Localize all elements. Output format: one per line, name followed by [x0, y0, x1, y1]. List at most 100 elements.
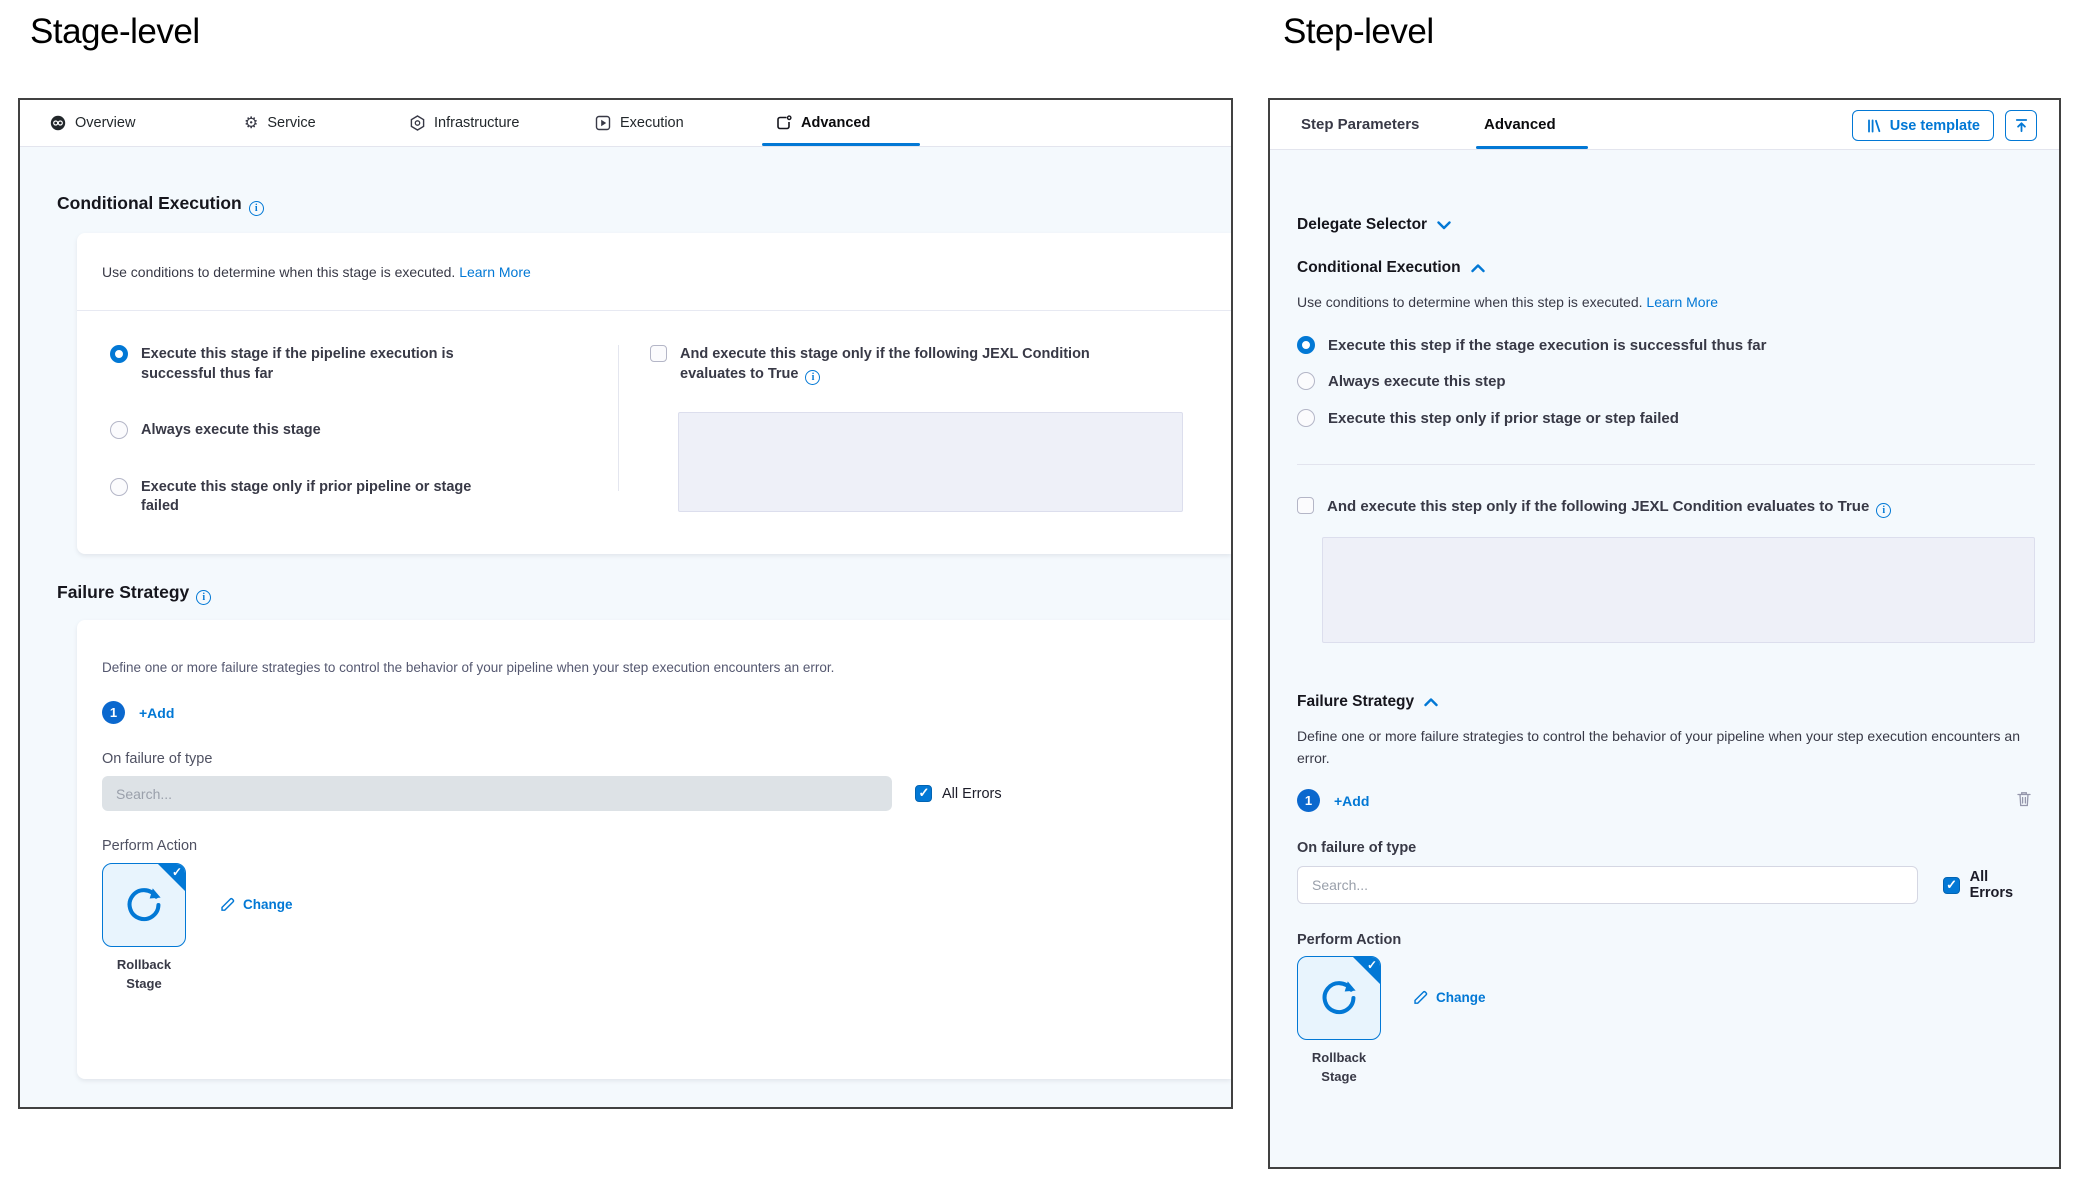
- jexl-condition-input[interactable]: [1322, 537, 2035, 643]
- all-errors-checkbox-row[interactable]: All Errors: [915, 785, 1002, 802]
- perform-action-row: ✓ Rollback Stage Change: [102, 863, 1203, 994]
- step-advanced-content: Delegate Selector Conditional Execution …: [1270, 216, 2059, 1087]
- checkbox-icon[interactable]: [1297, 497, 1314, 514]
- delegate-selector-toggle[interactable]: Delegate Selector: [1297, 216, 2035, 234]
- check-icon: ✓: [172, 865, 182, 879]
- tab-overview[interactable]: Overview: [50, 100, 135, 146]
- stage-level-title: Stage-level: [30, 12, 200, 52]
- checkbox-icon[interactable]: [650, 345, 667, 362]
- play-icon: [595, 115, 611, 131]
- upload-arrow-icon: [2013, 117, 2030, 134]
- conditional-execution-toggle[interactable]: Conditional Execution: [1297, 259, 2035, 277]
- radio-icon[interactable]: [1297, 372, 1315, 390]
- execution-condition-options: Execute this stage if the pipeline execu…: [110, 345, 618, 517]
- rollback-stage-tile[interactable]: ✓: [102, 863, 186, 947]
- conditional-execution-body: Execute this stage if the pipeline execu…: [77, 311, 1231, 517]
- advanced-icon: [776, 115, 792, 131]
- add-strategy-button[interactable]: +Add: [1334, 793, 1369, 809]
- stage-advanced-content: Conditional Executioni Use conditions to…: [20, 193, 1231, 1079]
- check-icon: ✓: [1367, 958, 1377, 972]
- tab-advanced[interactable]: Advanced: [776, 100, 870, 146]
- step-panel: Step Parameters Advanced Use template De…: [1268, 98, 2061, 1169]
- gear-icon: ⚙: [244, 113, 258, 133]
- jexl-checkbox-row[interactable]: And execute this stage only if the follo…: [650, 345, 1231, 385]
- radio-icon[interactable]: [110, 478, 128, 496]
- radio-option-failed[interactable]: Execute this stage only if prior pipelin…: [110, 478, 618, 517]
- failure-strategy-heading: Failure Strategyi: [57, 582, 1231, 605]
- execution-condition-options: Execute this step if the stage execution…: [1297, 336, 2035, 429]
- perform-action-row: ✓ Rollback Stage Change: [1297, 956, 2035, 1087]
- strategy-badge-row: 1 +Add: [1297, 789, 2035, 812]
- chevron-down-icon: [1437, 221, 1451, 230]
- radio-option-always[interactable]: Always execute this stage: [110, 421, 618, 441]
- tab-infrastructure[interactable]: Infrastructure: [410, 100, 519, 146]
- all-errors-checkbox-row[interactable]: All Errors: [1943, 869, 2035, 901]
- jexl-condition-input[interactable]: [678, 412, 1183, 512]
- chevron-up-icon: [1424, 698, 1438, 707]
- add-strategy-button[interactable]: +Add: [139, 705, 174, 721]
- jexl-condition-section: And execute this stage only if the follo…: [619, 345, 1231, 517]
- strategy-badge-row: 1 +Add: [102, 701, 1203, 724]
- radio-option-success[interactable]: Execute this step if the stage execution…: [1297, 336, 2035, 356]
- change-action-link[interactable]: Change: [219, 896, 293, 913]
- conditional-execution-heading: Conditional Executioni: [57, 193, 1231, 216]
- jexl-checkbox-row[interactable]: And execute this step only if the follow…: [1297, 497, 2035, 518]
- pencil-icon: [1412, 989, 1429, 1006]
- delete-strategy-icon[interactable]: [2016, 790, 2032, 813]
- info-icon[interactable]: i: [249, 201, 264, 216]
- info-icon[interactable]: i: [805, 370, 820, 385]
- strategy-count-badge[interactable]: 1: [1297, 789, 1320, 812]
- rollback-stage-label: Rollback Stage: [102, 956, 186, 994]
- conditional-execution-card: Use conditions to determine when this st…: [77, 233, 1231, 554]
- failure-strategy-description: Define one or more failure strategies to…: [1297, 726, 2022, 769]
- chevron-up-icon: [1471, 264, 1485, 273]
- conditional-execution-description: Use conditions to determine when this st…: [77, 233, 1231, 311]
- active-tab-underline: [1476, 146, 1588, 149]
- conditional-execution-description: Use conditions to determine when this st…: [1297, 294, 2035, 310]
- failure-strategy-description: Define one or more failure strategies to…: [102, 660, 1203, 675]
- failure-type-search-input[interactable]: [102, 776, 892, 811]
- save-as-template-button[interactable]: [2005, 110, 2037, 141]
- rollback-stage-label: Rollback Stage: [1297, 1049, 1381, 1087]
- tab-service[interactable]: ⚙ Service: [244, 100, 316, 146]
- change-action-link[interactable]: Change: [1412, 989, 1486, 1006]
- stage-panel: Overview ⚙ Service Infrastructure Execut…: [18, 98, 1233, 1109]
- header-actions: Use template: [1852, 110, 2037, 141]
- page: Stage-level Step-level Overview ⚙ Servic…: [0, 0, 2087, 1189]
- perform-action-label: Perform Action: [102, 838, 1203, 854]
- active-tab-underline: [762, 143, 920, 146]
- radio-option-always[interactable]: Always execute this step: [1297, 372, 2035, 392]
- on-failure-label: On failure of type: [1297, 840, 2035, 856]
- radio-icon[interactable]: [110, 421, 128, 439]
- on-failure-label: On failure of type: [102, 751, 1203, 767]
- radio-selected-icon[interactable]: [110, 345, 128, 363]
- strategy-count-badge[interactable]: 1: [102, 701, 125, 724]
- failure-strategy-card: Define one or more failure strategies to…: [77, 620, 1231, 1079]
- stage-tabbar: Overview ⚙ Service Infrastructure Execut…: [20, 100, 1231, 147]
- info-icon[interactable]: i: [1876, 503, 1891, 518]
- learn-more-link[interactable]: Learn More: [459, 264, 531, 280]
- use-template-button[interactable]: Use template: [1852, 110, 1994, 141]
- tab-advanced[interactable]: Advanced: [1484, 100, 1556, 149]
- radio-option-failed[interactable]: Execute this step only if prior stage or…: [1297, 409, 2035, 429]
- radio-selected-icon[interactable]: [1297, 336, 1315, 354]
- overview-icon: [50, 115, 66, 131]
- step-tabbar: Step Parameters Advanced Use template: [1270, 100, 2059, 150]
- failure-type-row: All Errors: [1297, 866, 2035, 904]
- rollback-stage-tile[interactable]: ✓: [1297, 956, 1381, 1040]
- perform-action-label: Perform Action: [1297, 932, 2035, 948]
- horizontal-divider: [1297, 464, 2035, 465]
- failure-type-row: All Errors: [102, 776, 1203, 811]
- tab-step-parameters[interactable]: Step Parameters: [1301, 100, 1419, 149]
- template-library-icon: [1866, 118, 1882, 134]
- tab-execution[interactable]: Execution: [595, 100, 684, 146]
- failure-strategy-toggle[interactable]: Failure Strategy: [1297, 693, 2035, 711]
- failure-type-search-input[interactable]: [1297, 866, 1918, 904]
- radio-option-success[interactable]: Execute this stage if the pipeline execu…: [110, 345, 618, 384]
- checkbox-checked-icon[interactable]: [1943, 877, 1960, 894]
- learn-more-link[interactable]: Learn More: [1646, 294, 1718, 310]
- checkbox-checked-icon[interactable]: [915, 785, 932, 802]
- radio-icon[interactable]: [1297, 409, 1315, 427]
- step-level-title: Step-level: [1283, 12, 1434, 52]
- info-icon[interactable]: i: [196, 590, 211, 605]
